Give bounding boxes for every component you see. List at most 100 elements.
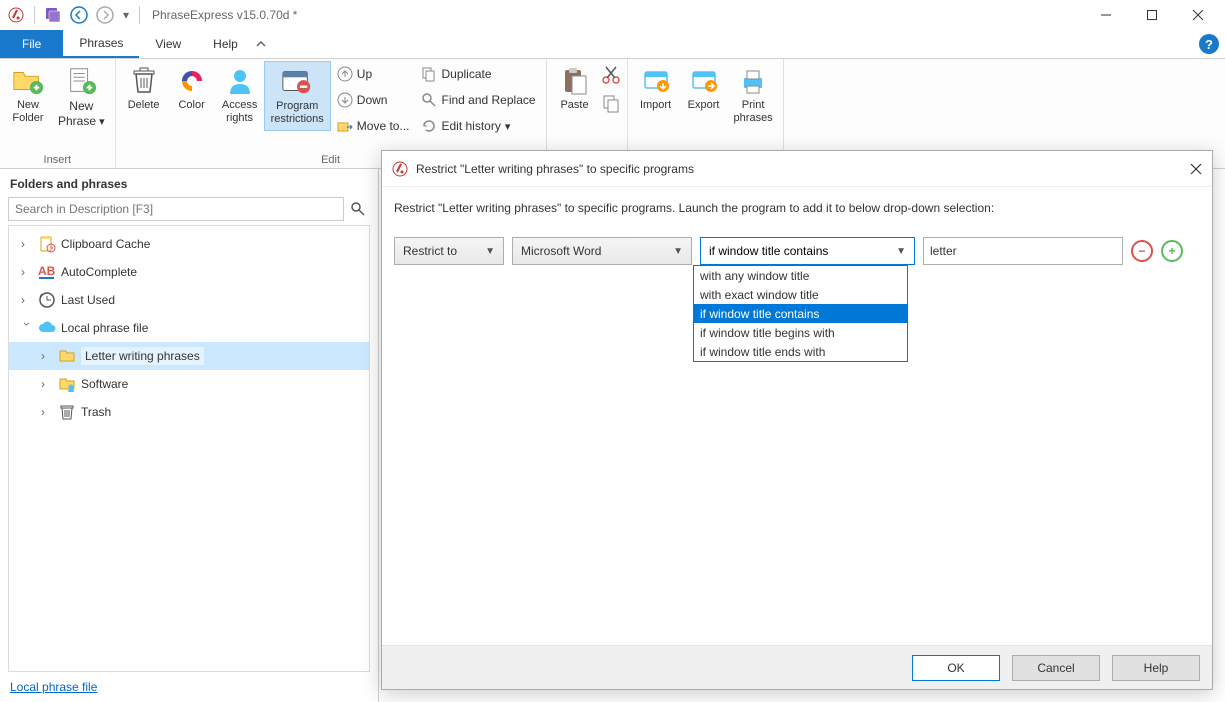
up-button[interactable]: Up — [337, 63, 410, 85]
help-button[interactable]: Help — [1112, 655, 1200, 681]
dropdown-option[interactable]: with any window title — [694, 266, 907, 285]
tree-item-trash[interactable]: › Trash — [9, 398, 369, 426]
program-restrictions-button[interactable]: Program restrictions — [264, 61, 331, 131]
dropdown-option[interactable]: if window title begins with — [694, 323, 907, 342]
value-input[interactable] — [923, 237, 1123, 265]
chevron-right-icon: › — [21, 265, 33, 279]
forward-icon[interactable] — [93, 3, 117, 27]
program-combo[interactable]: Microsoft Word ▼ — [512, 237, 692, 265]
filter-row: Restrict to ▼ Microsoft Word ▼ if window… — [394, 237, 1200, 265]
menu-view[interactable]: View — [139, 30, 197, 58]
move-to-button[interactable]: Move to... — [337, 115, 410, 137]
paste-icon — [559, 65, 591, 97]
chevron-right-icon: › — [41, 377, 53, 391]
program-restrictions-icon — [281, 66, 313, 98]
chevron-down-icon: ▼ — [673, 246, 683, 257]
cut-icon[interactable] — [601, 65, 621, 85]
chevron-down-icon: › — [20, 322, 34, 334]
duplicate-button[interactable]: Duplicate — [421, 63, 535, 85]
dropdown-option[interactable]: if window title contains — [694, 304, 907, 323]
title-bar: ▾ PhraseExpress v15.0.70d * — [0, 0, 1225, 30]
ribbon-group-edit-label: Edit — [321, 152, 340, 168]
cancel-button[interactable]: Cancel — [1012, 655, 1100, 681]
export-button[interactable]: Export — [680, 61, 728, 116]
delete-button[interactable]: Delete — [120, 61, 168, 116]
color-button[interactable]: Color — [168, 61, 216, 116]
chevron-right-icon: › — [41, 349, 53, 363]
dialog-close-button[interactable] — [1190, 163, 1202, 175]
collapse-ribbon-icon[interactable] — [254, 37, 268, 51]
dialog-app-icon — [392, 161, 408, 177]
tree-item-clipboard[interactable]: › Clipboard Cache — [9, 230, 369, 258]
qa-customize-icon[interactable]: ▾ — [119, 3, 133, 27]
trash-icon — [128, 65, 160, 97]
search-input[interactable] — [8, 197, 344, 221]
clipboard-icon — [37, 234, 57, 254]
move-to-icon — [337, 118, 353, 134]
dialog-body: Restrict "Letter writing phrases" to spe… — [382, 187, 1212, 645]
svg-text:ABC: ABC — [38, 264, 56, 278]
dialog-title: Restrict "Letter writing phrases" to spe… — [416, 162, 694, 176]
ribbon-group-insert-label: Insert — [44, 152, 72, 168]
restrict-mode-combo[interactable]: Restrict to ▼ — [394, 237, 504, 265]
new-folder-icon — [12, 65, 44, 97]
duplicate-icon — [421, 66, 437, 82]
save-all-icon[interactable] — [41, 3, 65, 27]
new-phrase-label: New Phrase ▾ — [58, 99, 105, 129]
edit-history-button[interactable]: Edit history ▾ — [421, 115, 535, 137]
panel-title: Folders and phrases — [0, 169, 378, 197]
new-phrase-icon — [65, 65, 97, 97]
print-icon — [737, 65, 769, 97]
window-controls — [1083, 0, 1221, 30]
remove-rule-button[interactable]: − — [1131, 240, 1153, 262]
tree-item-last-used[interactable]: › Last Used — [9, 286, 369, 314]
dialog-description: Restrict "Letter writing phrases" to spe… — [394, 201, 1200, 215]
new-folder-label: New Folder — [12, 99, 43, 125]
quick-access-toolbar: ▾ — [4, 3, 144, 27]
folder-user-icon — [57, 374, 77, 394]
chevron-down-icon: ▼ — [896, 246, 906, 257]
maximize-button[interactable] — [1129, 0, 1175, 30]
print-button[interactable]: Print phrases — [728, 61, 779, 129]
import-button[interactable]: Import — [632, 61, 680, 116]
copy-icon[interactable] — [601, 93, 621, 113]
tree-item-letter-writing[interactable]: › Letter writing phrases — [9, 342, 369, 370]
dialog-title-bar: Restrict "Letter writing phrases" to spe… — [382, 151, 1212, 187]
dropdown-option[interactable]: if window title ends with — [694, 342, 907, 361]
ok-button[interactable]: OK — [912, 655, 1000, 681]
folder-icon — [57, 346, 77, 366]
search-button[interactable] — [346, 197, 370, 221]
app-icon[interactable] — [4, 3, 28, 27]
import-icon — [640, 65, 672, 97]
tree-item-local-file[interactable]: › Local phrase file — [9, 314, 369, 342]
window-title: PhraseExpress v15.0.70d * — [152, 8, 297, 22]
minimize-button[interactable] — [1083, 0, 1129, 30]
new-phrase-button[interactable]: New Phrase ▾ — [52, 61, 111, 133]
paste-button[interactable]: Paste — [551, 61, 599, 116]
back-icon[interactable] — [67, 3, 91, 27]
new-folder-button[interactable]: New Folder — [4, 61, 52, 129]
left-panel: Folders and phrases › Clipboard Cache › … — [0, 169, 379, 702]
chevron-right-icon: › — [21, 237, 33, 251]
dropdown-option[interactable]: with exact window title — [694, 285, 907, 304]
autocomplete-icon: ABC — [37, 262, 57, 282]
chevron-down-icon: ▼ — [485, 246, 495, 257]
down-button[interactable]: Down — [337, 89, 410, 111]
tree-item-autocomplete[interactable]: › ABC AutoComplete — [9, 258, 369, 286]
chevron-right-icon: › — [21, 293, 33, 307]
condition-combo[interactable]: if window title contains ▼ — [700, 237, 915, 265]
tree-item-software[interactable]: › Software — [9, 370, 369, 398]
clock-icon — [37, 290, 57, 310]
user-icon — [224, 65, 256, 97]
add-rule-button[interactable]: + — [1161, 240, 1183, 262]
restrict-dialog: Restrict "Letter writing phrases" to spe… — [381, 150, 1213, 690]
menu-help[interactable]: Help — [197, 30, 254, 58]
search-icon — [421, 92, 437, 108]
help-icon[interactable]: ? — [1199, 34, 1219, 54]
menu-file[interactable]: File — [0, 30, 63, 58]
footer-link[interactable]: Local phrase file — [0, 672, 378, 702]
access-rights-button[interactable]: Access rights — [216, 61, 264, 129]
close-button[interactable] — [1175, 0, 1221, 30]
find-replace-button[interactable]: Find and Replace — [421, 89, 535, 111]
menu-phrases[interactable]: Phrases — [63, 30, 139, 58]
